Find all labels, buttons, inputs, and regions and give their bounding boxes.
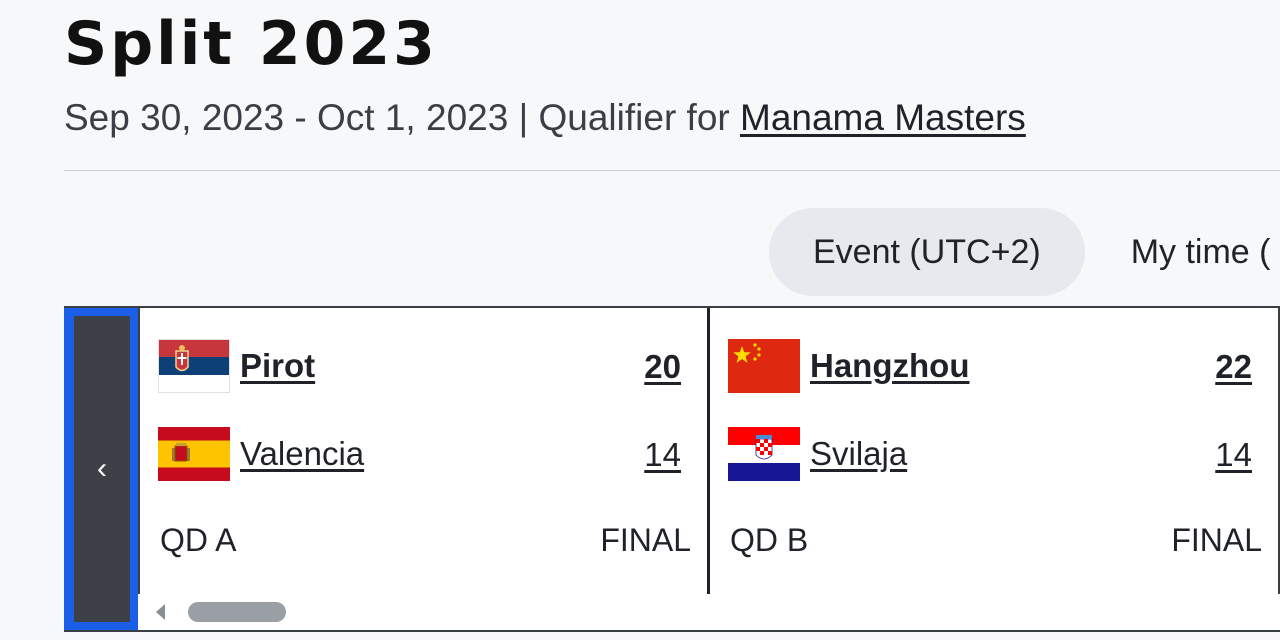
games-scroller: ‹ Pirot 20 Valencia 14 QD A FINAL Hangzh… (64, 306, 1280, 632)
croatia-flag-icon (728, 427, 800, 481)
game-card[interactable]: Hangzhou 22 Svilaja 14 QD B FINAL (710, 308, 1280, 594)
timezone-toggle: Event (UTC+2) My time ( (769, 208, 1280, 296)
game-status: FINAL (1171, 522, 1262, 558)
event-title: Split 2023 (64, 9, 438, 79)
chevron-left-icon: ‹ (74, 316, 130, 622)
event-time-button[interactable]: Event (UTC+2) (769, 208, 1085, 296)
game-cards: Pirot 20 Valencia 14 QD A FINAL Hangzhou… (138, 308, 1280, 594)
header-divider (64, 170, 1280, 171)
team-name[interactable]: Hangzhou (810, 347, 969, 385)
qualifier-link[interactable]: Manama Masters (740, 97, 1026, 138)
team-row: Hangzhou (728, 338, 969, 394)
team-score[interactable]: 20 (644, 348, 681, 386)
team-row: Pirot (158, 338, 315, 394)
game-stage: QD B (730, 522, 809, 558)
team-name[interactable]: Valencia (240, 435, 364, 473)
game-stage: QD A (160, 522, 237, 558)
horizontal-scrollbar[interactable] (138, 594, 1280, 630)
team-score[interactable]: 14 (644, 436, 681, 474)
team-name[interactable]: Svilaja (810, 435, 907, 473)
event-subtitle: Sep 30, 2023 - Oct 1, 2023 | Qualifier f… (64, 96, 1026, 140)
page: Split 2023 Sep 30, 2023 - Oct 1, 2023 | … (0, 0, 1280, 640)
game-card[interactable]: Pirot 20 Valencia 14 QD A FINAL (140, 308, 710, 594)
spain-flag-icon (158, 427, 230, 481)
team-row: Svilaja (728, 426, 907, 482)
qualifier-prefix: Qualifier for (538, 97, 740, 138)
my-time-button[interactable]: My time ( (1085, 208, 1280, 296)
scroll-prev-button[interactable]: ‹ (64, 308, 138, 630)
china-flag-icon (728, 339, 800, 393)
scroll-left-arrow-icon[interactable] (156, 604, 165, 620)
team-score[interactable]: 22 (1215, 348, 1252, 386)
game-status: FINAL (600, 522, 691, 558)
team-score[interactable]: 14 (1215, 436, 1252, 474)
serbia-flag-icon (158, 339, 230, 393)
event-dates: Sep 30, 2023 - Oct 1, 2023 (64, 97, 509, 138)
team-row: Valencia (158, 426, 364, 482)
subtitle-separator: | (508, 97, 539, 138)
team-name[interactable]: Pirot (240, 347, 315, 385)
scrollbar-thumb[interactable] (188, 602, 286, 622)
